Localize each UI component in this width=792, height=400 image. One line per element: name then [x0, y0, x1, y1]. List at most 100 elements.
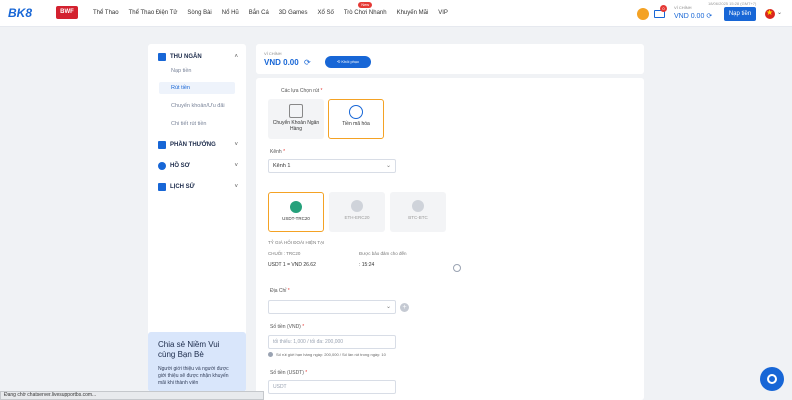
required-mark: *: [283, 149, 286, 155]
logo-badge[interactable]: BWF: [56, 6, 78, 19]
nav-fishing[interactable]: Bắn Cá: [244, 0, 274, 27]
address-label-text: Địa Chỉ: [270, 288, 287, 294]
nav-esports[interactable]: Thể Thao Điện Tử: [124, 0, 183, 27]
sidebar-group-cashier[interactable]: THU NGÂN ˄: [158, 53, 238, 61]
amount-usdt-label-text: Số tiền (USDT): [270, 370, 304, 376]
refresh-icon[interactable]: ⟳: [304, 58, 311, 67]
sidebar-item-transfer[interactable]: Chuyển khoản/Ưu đãi: [159, 100, 235, 112]
nav-quick-games-label: Trò Chơi Nhanh: [343, 10, 387, 16]
required-mark: *: [305, 370, 308, 376]
info-icon[interactable]: [453, 264, 461, 272]
method-crypto[interactable]: Tiền mã hóa: [328, 99, 384, 139]
channel-value: Kênh 1: [273, 163, 291, 169]
nav-casino[interactable]: Sòng Bài: [182, 0, 216, 27]
wallet-amount: VND 0.00: [264, 58, 299, 67]
method-label: Tiền mã hóa: [342, 121, 370, 127]
method-label: Chuyển Khoản Ngân Hàng: [272, 120, 320, 132]
site-logo[interactable]: BK8: [8, 6, 54, 21]
sidebar-group-profile[interactable]: HỒ SƠ ˅: [158, 162, 238, 170]
live-chat-button[interactable]: [760, 367, 784, 391]
limit-hint: Số rút giới hạn hàng ngày: 200,000 / Số …: [268, 352, 386, 358]
wallet-card: VÍ CHÍNH VND 0.00 ⟳ ⟲ Khôi phục: [256, 44, 644, 74]
bank-icon: [289, 104, 303, 118]
chevron-down-icon: ˅: [234, 163, 238, 169]
nav-promotions[interactable]: Khuyến Mãi: [392, 0, 434, 27]
restore-button[interactable]: ⟲ Khôi phục: [325, 56, 371, 68]
nav-sports[interactable]: Thể Thao: [88, 0, 124, 27]
referral-promo-card[interactable]: Chia sẻ Niềm Vui cùng Bạn Bè Người giới …: [148, 332, 246, 392]
sidebar-group-rewards[interactable]: PHẦN THƯỞNG ˅: [158, 141, 238, 149]
required-mark: *: [302, 324, 305, 330]
sidebar-item-withdraw[interactable]: Rút tiền: [159, 82, 235, 94]
amount-vnd-input[interactable]: tối thiểu: 1,000 / tối đa: 200,000: [268, 335, 396, 349]
logo-text: BK8: [8, 6, 33, 20]
required-mark: *: [320, 88, 323, 94]
chevron-down-icon: ⌄: [385, 163, 391, 169]
chevron-down-icon: ˅: [234, 142, 238, 148]
sidebar-item-withdraw-details[interactable]: Chi tiết rút tiền: [159, 118, 235, 130]
cashier-icon: [158, 53, 166, 61]
channel-label-text: Kênh: [270, 149, 282, 155]
nav-slots[interactable]: Nổ Hũ: [217, 0, 244, 27]
amount-vnd-label-text: Số tiền (VND): [270, 324, 301, 330]
info-icon: [268, 352, 273, 358]
coin-usdt-trc20[interactable]: USDT-TRC20: [268, 192, 324, 232]
add-address-button[interactable]: +: [400, 303, 409, 312]
header-timestamp: 18/06/2025 15:28 (GMT+7): [708, 1, 757, 6]
tether-icon: [290, 201, 302, 213]
channel-select[interactable]: Kênh 1 ⌄: [268, 159, 396, 173]
coin-btc[interactable]: BTC-BTC: [390, 192, 446, 232]
sidebar-group-label: THU NGÂN: [170, 54, 202, 60]
sidebar-item-deposit[interactable]: Nạp tiền: [159, 65, 235, 77]
coin-label: ETH-ERC20: [344, 215, 370, 220]
chevron-up-icon: ˄: [234, 54, 238, 60]
top-header: BK8 BWF Thể Thao Thể Thao Điện Tử Sòng B…: [0, 0, 792, 27]
coin-label: USDT-TRC20: [282, 216, 310, 221]
coin-label: BTC-BTC: [408, 215, 428, 220]
sidebar-group-label: PHẦN THƯỞNG: [170, 142, 216, 148]
ethereum-icon: [351, 200, 363, 212]
address-label: Địa Chỉ *: [270, 288, 290, 294]
vietnam-flag-icon[interactable]: [765, 8, 775, 19]
rate-chain: CHUỖI : TRC20: [268, 251, 301, 256]
header-balance[interactable]: VND 0.00 ⟳: [674, 12, 712, 20]
address-select[interactable]: ⌄: [268, 300, 396, 314]
sidebar-group-history[interactable]: LỊCH SỬ ˅: [158, 183, 238, 191]
history-icon: [158, 183, 166, 191]
limit-hint-text: Số rút giới hạn hàng ngày: 200,000 / Số …: [276, 352, 386, 357]
nav-3d-games[interactable]: 3D Games: [274, 0, 313, 27]
main-nav: Thể Thao Thể Thao Điện Tử Sòng Bài Nổ Hũ…: [88, 0, 453, 27]
guarantee-label: Được bảo đảm cho đến: [359, 251, 407, 256]
nav-vip[interactable]: VIP: [433, 0, 453, 27]
refresh-icon[interactable]: ⟳: [706, 13, 712, 20]
new-badge: New: [358, 2, 373, 8]
nav-lottery[interactable]: Xổ Số: [312, 0, 338, 27]
profile-icon: [158, 162, 166, 170]
rate-title: TỶ GIÁ HỐI ĐOÁI HIỆN TẠI: [268, 240, 325, 245]
sidebar-group-label: LỊCH SỬ: [170, 184, 195, 190]
withdraw-form: Các lựa Chọn rút * Chuyển Khoản Ngân Hàn…: [256, 78, 644, 400]
chevron-down-icon[interactable]: ⌄: [777, 9, 782, 16]
wallet-label: VÍ CHÍNH: [264, 51, 282, 56]
required-mark: *: [287, 288, 290, 294]
amount-usdt-input[interactable]: USDT: [268, 380, 396, 394]
sidebar-group-label: HỒ SƠ: [170, 163, 190, 169]
coin-eth-erc20[interactable]: ETH-ERC20: [329, 192, 385, 232]
amount-usdt-label: Số tiền (USDT) *: [270, 370, 307, 376]
header-balance-value: VND 0.00: [674, 13, 705, 20]
rate-value: USDT 1 = VND 26.62: [268, 262, 316, 268]
method-label: Các lựa Chọn rút *: [281, 88, 322, 94]
user-icon[interactable]: [637, 8, 649, 20]
bitcoin-icon: [412, 200, 424, 212]
nav-quick-games[interactable]: Trò Chơi Nhanh New: [339, 0, 392, 27]
browser-status-bar: Đang chờ chatserver.livesupportbs.com...: [0, 391, 264, 400]
chevron-down-icon: ⌄: [385, 304, 391, 310]
guarantee-time: : 15:24: [359, 262, 375, 268]
restore-label: Khôi phục: [341, 59, 360, 64]
method-bank-transfer[interactable]: Chuyển Khoản Ngân Hàng: [268, 99, 324, 139]
crypto-icon: [349, 105, 363, 119]
deposit-button[interactable]: Nạp tiền: [724, 7, 756, 21]
promo-title: Chia sẻ Niềm Vui cùng Bạn Bè: [158, 340, 220, 359]
mail-count-badge: 0: [660, 5, 667, 12]
channel-label: Kênh *: [270, 149, 285, 155]
